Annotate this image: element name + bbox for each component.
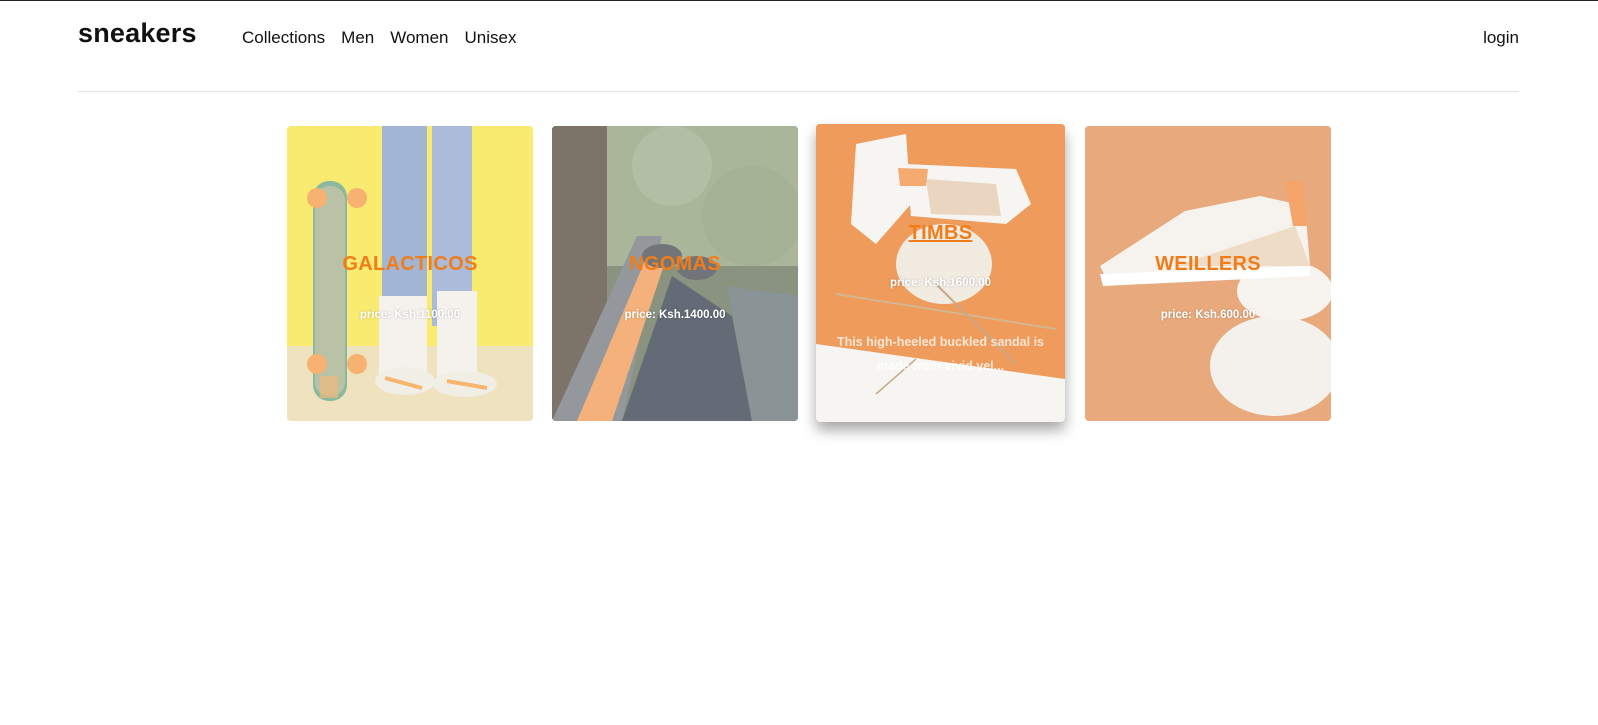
nav-men[interactable]: Men (341, 28, 374, 48)
product-title[interactable]: NGOMAS (552, 253, 798, 276)
product-card-ngomas[interactable]: NGOMAS price: Ksh.1400.00 (552, 126, 798, 421)
product-price: price: Ksh.1400.00 (624, 309, 726, 321)
site-logo[interactable]: sneakers (78, 18, 197, 49)
product-price: price: Ksh.1100.00 (359, 309, 461, 321)
nav-women[interactable]: Women (390, 28, 448, 48)
product-card-galacticos[interactable]: GALACTICOS price: Ksh.1100.00 (287, 126, 533, 421)
nav-collections[interactable]: Collections (242, 28, 325, 48)
product-description: This high-heeled buckled sandal is made … (837, 335, 1044, 373)
product-card-weillers[interactable]: WEILLERS price: Ksh.600.00 (1085, 126, 1331, 421)
product-title[interactable]: GALACTICOS (287, 253, 533, 276)
site-header: sneakers Collections Men Women Unisex lo… (78, 0, 1519, 92)
nav-unisex[interactable]: Unisex (465, 28, 517, 48)
product-card-timbs[interactable]: TIMBS price: Ksh.1600.00 This high-heele… (816, 124, 1065, 422)
product-price: price: Ksh.1600.00 (889, 277, 991, 289)
main-nav: Collections Men Women Unisex (242, 28, 516, 48)
login-link[interactable]: login (1483, 28, 1519, 48)
product-price: price: Ksh.600.00 (1160, 309, 1256, 321)
product-grid: GALACTICOS price: Ksh.1100.00 NGOMAS pri… (287, 124, 1332, 422)
product-title[interactable]: WEILLERS (1085, 253, 1331, 276)
product-title[interactable]: TIMBS (816, 222, 1065, 245)
